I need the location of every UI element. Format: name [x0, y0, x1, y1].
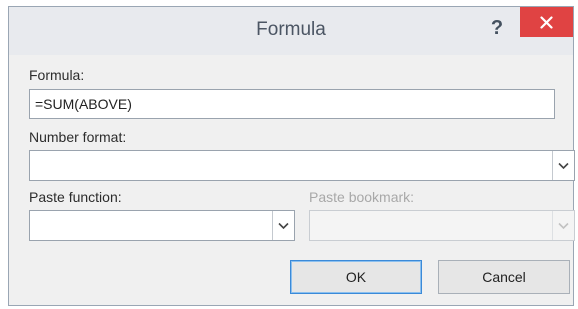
close-button[interactable] [520, 7, 573, 37]
cancel-button[interactable]: Cancel [438, 260, 570, 294]
help-button[interactable]: ? [485, 16, 509, 40]
paste-function-dropdown-button[interactable] [272, 211, 294, 240]
number-format-dropdown-button[interactable] [552, 151, 574, 180]
formula-dialog: Formula ? Formula: Number format: Paste … [8, 6, 575, 306]
dialog-titlebar: Formula ? [9, 7, 573, 55]
number-format-select[interactable] [29, 150, 575, 181]
chevron-down-icon [558, 222, 569, 229]
paste-bookmark-dropdown-button [552, 211, 574, 240]
chevron-down-icon [278, 222, 289, 229]
number-format-label: Number format: [29, 129, 127, 145]
close-icon [540, 16, 553, 29]
formula-label: Formula: [29, 67, 85, 83]
paste-function-select[interactable] [29, 210, 295, 241]
paste-bookmark-select [309, 210, 575, 241]
ok-button[interactable]: OK [290, 260, 422, 294]
formula-field[interactable] [29, 89, 555, 119]
paste-bookmark-label: Paste bookmark: [309, 189, 415, 205]
paste-function-label: Paste function: [29, 189, 122, 205]
formula-input[interactable] [35, 90, 549, 118]
chevron-down-icon [558, 162, 569, 169]
